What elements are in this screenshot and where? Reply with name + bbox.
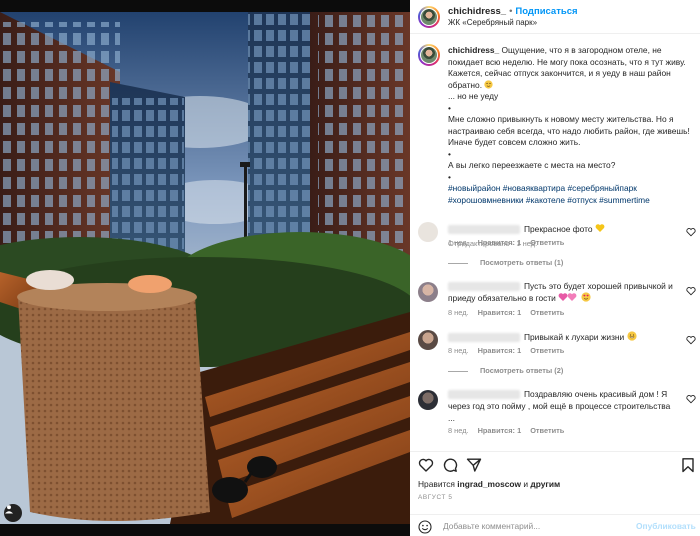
- comment-body: Прекрасное фото: [448, 223, 678, 235]
- post-action-bar: [410, 451, 700, 477]
- view-replies-label: Посмотреть ответы (2): [480, 366, 564, 375]
- user-tag-icon: [5, 505, 13, 514]
- comment-meta: 8 нед. Нравится: 1 Ответить: [448, 346, 573, 355]
- comment-composer: Опубликовать: [410, 514, 700, 536]
- comment-text: Привыкай к лухари жизни: [524, 332, 625, 342]
- separator-dot: •: [509, 6, 513, 17]
- yellow-heart-icon: [595, 224, 605, 232]
- comment-age[interactable]: 1 нед.: [448, 238, 469, 247]
- caption-text: chichidress_ Ощущение, что я в загородно…: [448, 45, 693, 206]
- comment-input[interactable]: [443, 519, 628, 533]
- comment-likes[interactable]: Нравится: 1: [478, 308, 522, 317]
- reply-button[interactable]: Ответить: [530, 426, 564, 435]
- comment-body: Пусть это будет хорошей привычкой и прие…: [448, 280, 678, 304]
- author-avatar[interactable]: [418, 6, 440, 28]
- emoji-icon[interactable]: [418, 520, 432, 534]
- commenter-avatar[interactable]: [418, 390, 438, 410]
- grinning-face-icon: [626, 331, 637, 341]
- likes-middle: и: [523, 479, 529, 489]
- comment-text: Прекрасное фото: [524, 224, 593, 234]
- reply-button[interactable]: Ответить: [530, 346, 564, 355]
- likes-prefix: Нравится: [418, 479, 455, 489]
- author-row: chichidress_ • Подписаться: [448, 6, 578, 17]
- bookmark-icon[interactable]: [680, 457, 696, 473]
- comment-age[interactable]: 8 нед.: [448, 426, 469, 435]
- post-date[interactable]: АВГУСТ 5: [418, 494, 452, 501]
- post-photo-pane[interactable]: [0, 0, 410, 536]
- commenter-username-blurred[interactable]: [448, 333, 520, 343]
- comment-like-heart-icon[interactable]: [686, 286, 696, 296]
- likes-others-link[interactable]: другим: [530, 479, 560, 489]
- liker-username[interactable]: ingrad_moscow: [457, 479, 521, 489]
- comment-body: Поздравляю очень красивый дом ! Я через …: [448, 388, 678, 424]
- caption-line: •: [448, 102, 451, 113]
- caption-author-avatar[interactable]: [418, 44, 440, 66]
- reply-button[interactable]: Ответить: [530, 238, 564, 247]
- caption-line: •: [448, 171, 451, 182]
- heart-icon[interactable]: [418, 457, 434, 473]
- commenter-avatar[interactable]: [418, 282, 438, 302]
- commenter-avatar[interactable]: [418, 222, 438, 242]
- post-details-panel: chichidress_ • Подписаться ЖК «Серебряный …: [410, 0, 700, 536]
- tagged-users-button[interactable]: [4, 504, 22, 522]
- replies-divider: [448, 370, 468, 372]
- post-location[interactable]: ЖК «Серебряный парк»: [448, 18, 537, 27]
- comment-likes[interactable]: Нравится: 1: [478, 238, 522, 247]
- publish-button[interactable]: Опубликовать: [636, 521, 696, 531]
- relieved-face-icon: [484, 79, 493, 89]
- caption-author-username[interactable]: chichidress_: [448, 45, 499, 55]
- caption-line: ... но не уеду: [448, 91, 499, 101]
- hearts-icon: [558, 293, 577, 301]
- comment-likes[interactable]: Нравится: 1: [478, 346, 522, 355]
- commenter-username-blurred[interactable]: [448, 225, 520, 235]
- reply-button[interactable]: Ответить: [530, 308, 564, 317]
- author-username[interactable]: chichidress_: [448, 6, 506, 17]
- heart-eyes-face-icon: [580, 292, 591, 302]
- instagram-post-view: chichidress_ • Подписаться ЖК «Серебряный …: [0, 0, 700, 536]
- view-replies-button[interactable]: Посмотреть ответы (1): [448, 258, 563, 267]
- post-header: chichidress_ • Подписаться ЖК «Серебряный …: [410, 0, 700, 34]
- comment-age[interactable]: 8 нед.: [448, 308, 469, 317]
- caption-line: А вы легко переезжаете с места на место?: [448, 160, 616, 170]
- comment-icon[interactable]: [442, 457, 458, 473]
- caption-line: Мне сложно привыкнуть к новому месту жит…: [448, 114, 690, 147]
- commenter-avatar[interactable]: [418, 330, 438, 350]
- comment-age[interactable]: 8 нед.: [448, 346, 469, 355]
- comment-likes[interactable]: Нравится: 1: [478, 426, 522, 435]
- share-icon[interactable]: [466, 457, 482, 473]
- view-replies-label: Посмотреть ответы (1): [480, 258, 564, 267]
- photo-illustration: [0, 12, 410, 524]
- caption-hashtags[interactable]: #новыйрайон #новаяквартира #серебряныйпа…: [448, 183, 693, 206]
- comment-meta: 8 нед. Нравится: 1 Ответить: [448, 426, 573, 435]
- follow-button[interactable]: Подписаться: [515, 6, 577, 17]
- comment-like-heart-icon[interactable]: [686, 394, 696, 404]
- post-photo[interactable]: [0, 12, 410, 524]
- likes-summary: Нравится ingrad_moscow и другим: [418, 479, 560, 489]
- commenter-username-blurred[interactable]: [448, 282, 520, 292]
- comment-body: Привыкай к лухари жизни: [448, 331, 678, 343]
- view-replies-button[interactable]: Посмотреть ответы (2): [448, 366, 563, 375]
- comment-meta: 8 нед. Нравится: 1 Ответить: [448, 308, 573, 317]
- replies-divider: [448, 262, 468, 264]
- caption-line: •: [448, 148, 451, 159]
- comment-meta: 1 нед. Нравится: 1 Ответить: [448, 238, 573, 247]
- comment-like-heart-icon[interactable]: [686, 227, 696, 237]
- commenter-username-blurred[interactable]: [448, 390, 520, 400]
- comment-like-heart-icon[interactable]: [686, 335, 696, 345]
